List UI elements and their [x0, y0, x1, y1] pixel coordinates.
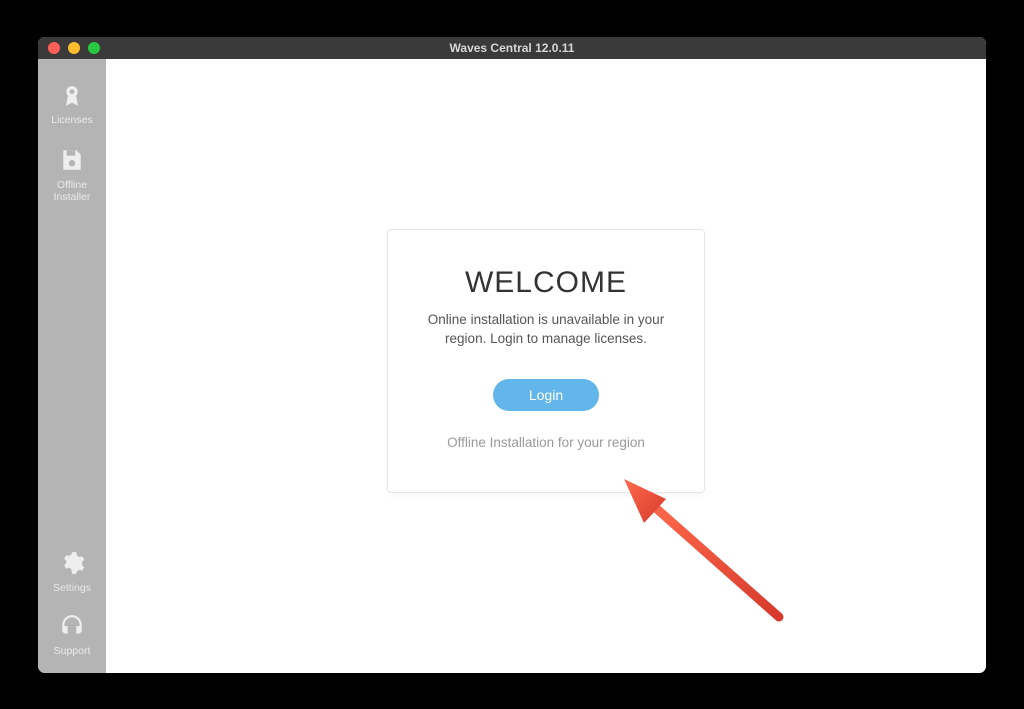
sidebar-item-support[interactable]: Support: [38, 612, 106, 657]
welcome-heading: WELCOME: [465, 266, 627, 300]
app-window: Waves Central 12.0.11 Licenses Offline I…: [38, 37, 986, 673]
window-close-button[interactable]: [48, 42, 60, 54]
sidebar-item-offline-installer[interactable]: Offline Installer: [38, 146, 106, 203]
window-minimize-button[interactable]: [68, 42, 80, 54]
headset-icon: [58, 612, 86, 640]
sidebar-item-label: Licenses: [51, 114, 92, 126]
window-title: Waves Central 12.0.11: [38, 41, 986, 55]
sidebar-item-settings[interactable]: Settings: [38, 549, 106, 594]
welcome-subtext: Online installation is unavailable in yo…: [416, 310, 676, 349]
welcome-card: WELCOME Online installation is unavailab…: [387, 229, 705, 493]
window-zoom-button[interactable]: [88, 42, 100, 54]
award-icon: [58, 81, 86, 109]
gear-icon: [58, 549, 86, 577]
traffic-lights: [38, 42, 100, 54]
main-content: WELCOME Online installation is unavailab…: [106, 59, 986, 673]
sidebar: Licenses Offline Installer Settings: [38, 59, 106, 673]
sidebar-item-licenses[interactable]: Licenses: [38, 81, 106, 126]
sidebar-item-label: Settings: [53, 582, 91, 594]
offline-installation-link[interactable]: Offline Installation for your region: [447, 435, 645, 450]
save-icon: [58, 146, 86, 174]
annotation-arrow-icon: [604, 467, 804, 667]
login-button[interactable]: Login: [493, 379, 599, 411]
sidebar-item-label: Support: [54, 645, 91, 657]
sidebar-item-label: Offline Installer: [54, 179, 91, 203]
titlebar: Waves Central 12.0.11: [38, 37, 986, 59]
